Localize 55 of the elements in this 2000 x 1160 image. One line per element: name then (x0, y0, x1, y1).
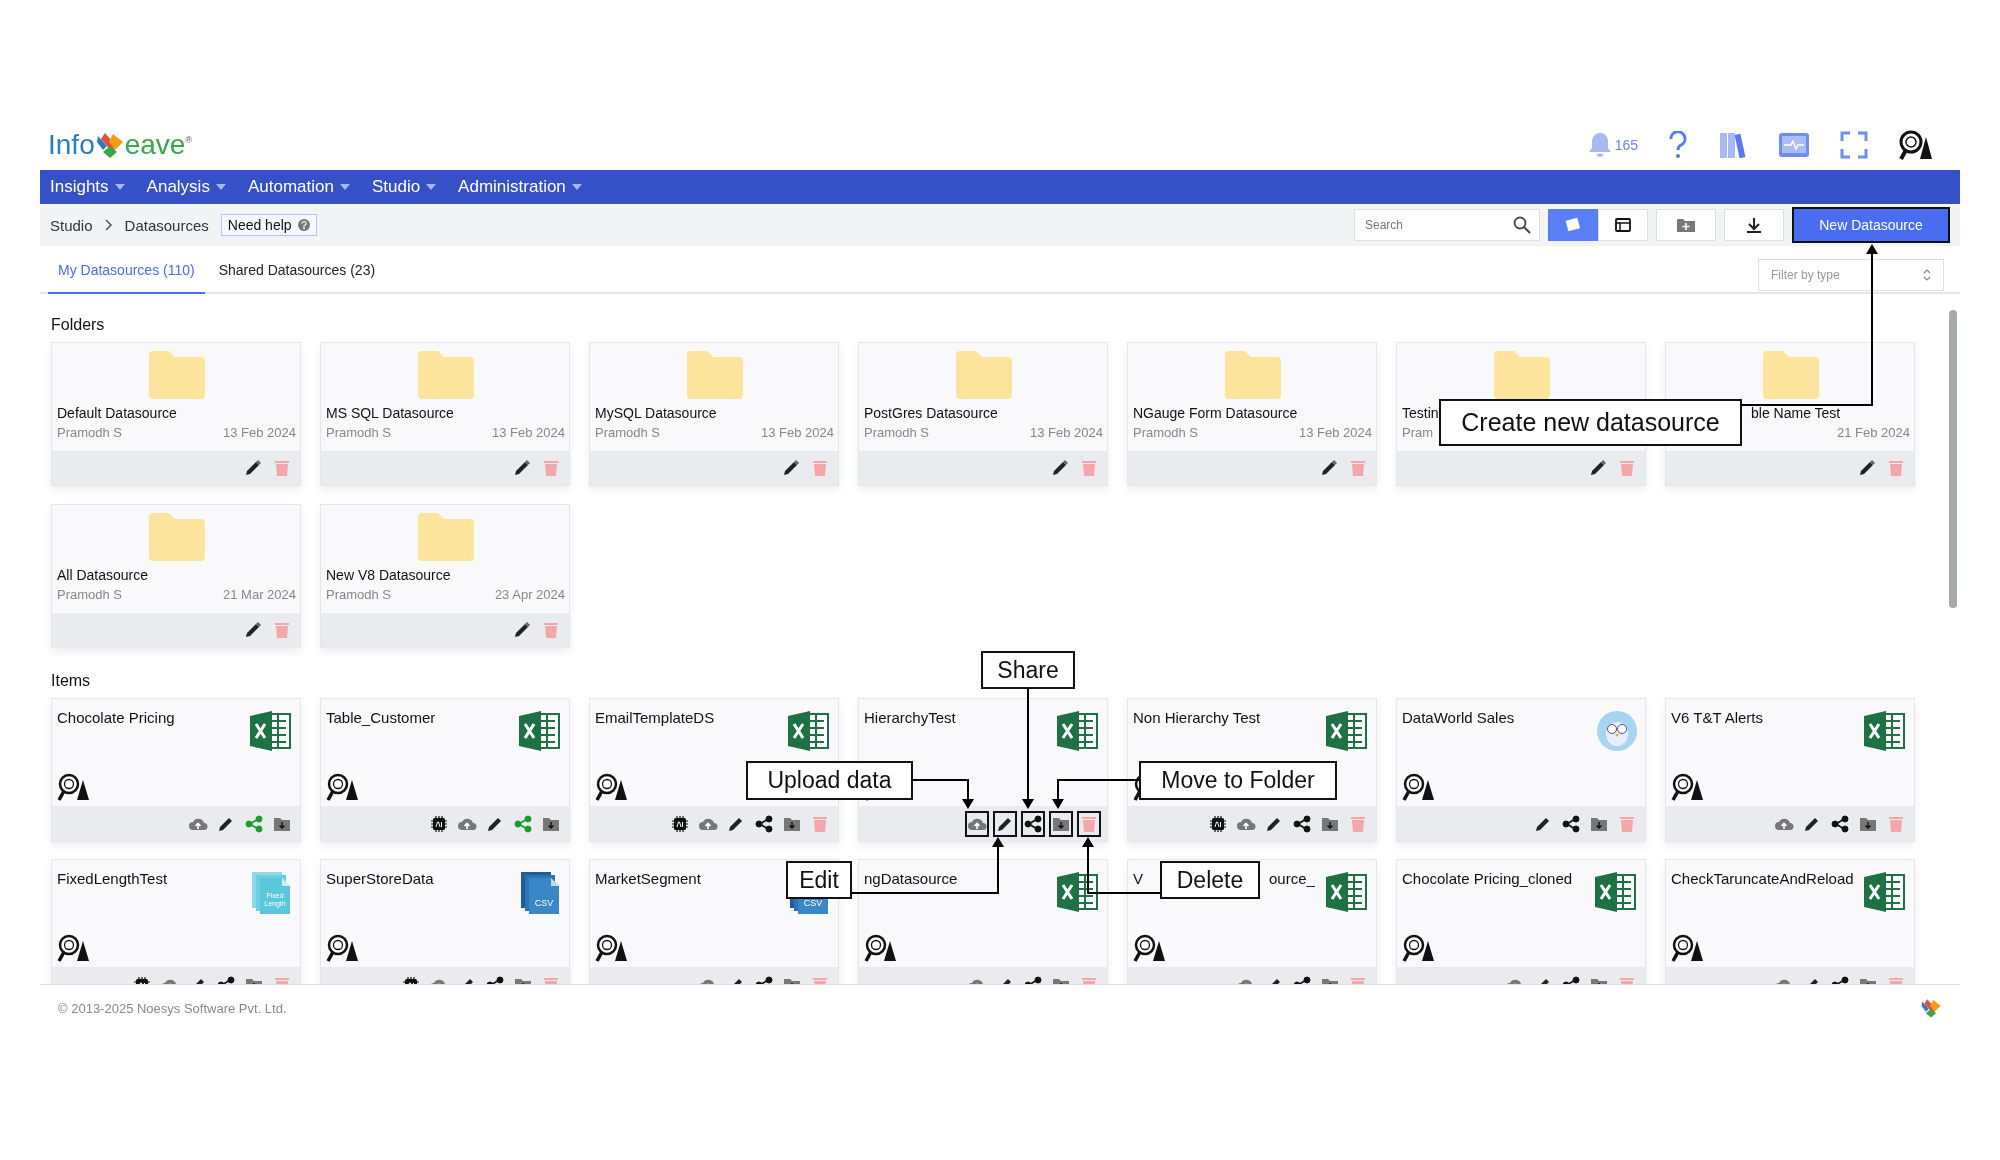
date-text: 21 Feb 2024 (1837, 425, 1910, 440)
folder-name: New V8 Datasource (326, 567, 451, 583)
date-text: 21 Mar 2024 (223, 587, 296, 602)
folder-name: PostGres Datasource (864, 405, 998, 421)
file-type-label: CSV (802, 899, 824, 908)
datasource-name: DataWorld Sales (1402, 708, 1516, 728)
callout-tooltip: Create new datasource (1439, 399, 1742, 446)
datasource-name: V6 T&T Alerts (1671, 708, 1764, 728)
folder-name: All Datasource (57, 567, 149, 583)
datasource-name: ngDatasource (864, 869, 959, 889)
datasource-name: SuperStoreData (326, 869, 435, 889)
author-name: Pramodh S (1133, 425, 1199, 440)
datasource-name: V (1133, 869, 1143, 889)
date-text: 23 Apr 2024 (494, 587, 565, 602)
datasource-name: Chocolate Pricing (57, 708, 176, 728)
copyright-text: © 2013-2025 Noesys Software Pvt. Ltd. (58, 1000, 287, 1016)
author-name: Pramodh S (864, 425, 930, 440)
author-name: Pramodh S (326, 425, 392, 440)
datasource-name: Table_Customer (326, 708, 437, 728)
folder-name: Default Datasource (57, 405, 177, 421)
author-name: Pram (1402, 425, 1434, 440)
date-text: 13 Feb 2024 (223, 425, 296, 440)
folder-name: MS SQL Datasource (326, 405, 454, 421)
logo-text: Info (48, 129, 95, 161)
folder-name: MySQL Datasource (595, 405, 717, 421)
datasource-name: MarketSegment (595, 869, 702, 889)
author-name: Pramodh S (326, 587, 392, 602)
datasource-name: HierarchyTest (864, 708, 957, 728)
datasource-name: ource_ (1269, 869, 1315, 889)
datasource-name: EmailTemplateDS (595, 708, 716, 728)
datasource-name: CheckTaruncateAndReload (1671, 869, 1855, 889)
author-name: Pramodh S (57, 425, 123, 440)
author-name: Pramodh S (57, 587, 123, 602)
author-name: Pramodh S (595, 425, 661, 440)
datasource-name: Non Hierarchy Test (1133, 708, 1262, 728)
callout-tooltip: Share (981, 651, 1075, 689)
callout-tooltip: Edit (786, 861, 852, 899)
notification-count: 165 (1614, 137, 1638, 153)
file-type-label: CSV (533, 899, 555, 908)
folder-name: NGauge Form Datasource (1133, 405, 1298, 421)
folder-name: Testin (1402, 405, 1439, 421)
section-heading: Folders (51, 316, 106, 334)
date-text: 13 Feb 2024 (1030, 425, 1103, 440)
date-text: 13 Feb 2024 (761, 425, 834, 440)
registered-mark: ® (185, 135, 193, 145)
callout-tooltip: Delete (1160, 861, 1260, 899)
date-text: 13 Feb 2024 (1299, 425, 1372, 440)
datasource-name: Chocolate Pricing_cloned (1402, 869, 1574, 889)
callout-tooltip: Upload data (746, 761, 913, 800)
date-text: 13 Feb 2024 (492, 425, 565, 440)
datasource-name: FixedLengthTest (57, 869, 169, 889)
logo-text: eave (124, 129, 186, 161)
section-heading: Items (51, 672, 92, 690)
folder-name: ble Name Test (1751, 405, 1841, 421)
callout-tooltip: Move to Folder (1139, 761, 1337, 800)
